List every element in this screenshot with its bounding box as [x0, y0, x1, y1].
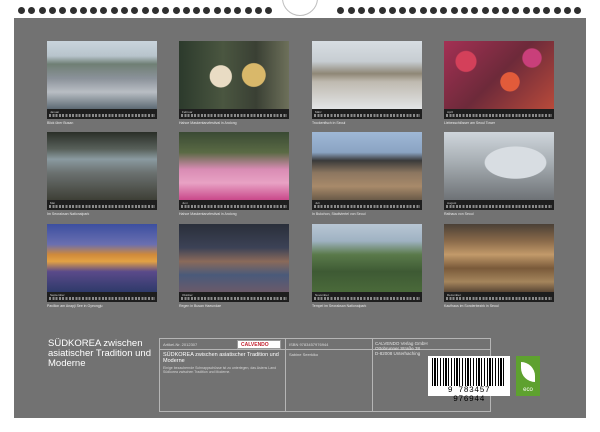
publisher-address: CALVENDO Verlag GmbH Ottobrunner Straße …	[375, 341, 428, 356]
photo-caption: Trockenfisch in Seoul	[312, 121, 346, 125]
month-tile[interactable]: August Rathaus von Seoul	[444, 132, 554, 216]
eco-badge: eco	[516, 356, 540, 396]
month-photo	[312, 41, 422, 109]
binding-hole	[337, 7, 345, 14]
month-photo	[179, 41, 289, 109]
photo-caption: Liebesschlösser am Seoul Tower	[444, 121, 496, 125]
binding-hole	[28, 7, 36, 14]
month-photo	[179, 132, 289, 200]
binding-hole	[574, 7, 582, 14]
calendar-title: SÜDKOREA zwischen asiatischer Tradition …	[48, 338, 151, 369]
binding-hole	[512, 7, 520, 14]
binding-hole	[100, 7, 108, 14]
article-number: Artikel-Nr. 2012307	[163, 342, 198, 347]
binding-hole	[471, 7, 479, 14]
binding-hole	[265, 7, 273, 14]
month-photo	[444, 132, 554, 200]
binding-hole	[131, 7, 139, 14]
month-tile[interactable]: Oktober Regen in Busan Haeundae	[179, 224, 289, 308]
binding-hole	[522, 7, 530, 14]
month-photo	[312, 132, 422, 200]
binding-hole	[18, 7, 25, 14]
month-tile[interactable]: November Tempel im Seoraksan Nationalpar…	[312, 224, 422, 308]
eco-label: eco	[523, 387, 533, 393]
binding-hole	[440, 7, 448, 14]
binding-hole	[460, 7, 468, 14]
month-tile[interactable]: Juni Hahoe Maskentanzfestival in Andong	[179, 132, 289, 216]
binding-hole	[234, 7, 242, 14]
binding-hole	[48, 7, 56, 14]
binding-hole	[244, 7, 252, 14]
month-tile[interactable]: März Trockenfisch in Seoul	[312, 41, 422, 125]
month-photo	[47, 224, 157, 292]
binding-hole	[141, 7, 149, 14]
binding-hole	[213, 7, 221, 14]
binding-hole	[347, 7, 355, 14]
binding-hole	[121, 7, 128, 14]
binding-hole	[543, 7, 551, 14]
product-description: Einige bezaubernde Schnappschüsse ist zu…	[163, 366, 277, 375]
photo-caption: Im Seoraksan Nationalpark	[47, 212, 90, 216]
binding-hole	[533, 7, 540, 14]
binding-hole	[182, 7, 190, 14]
photo-caption: Blick über Busan	[47, 121, 74, 125]
binding-hole	[38, 7, 46, 14]
month-tile[interactable]: Juli In Bukchon, Stadtviertel von Seoul	[312, 132, 422, 216]
month-photo	[179, 224, 289, 292]
binding-hole	[69, 7, 77, 14]
month-photo	[312, 224, 422, 292]
binding-hole	[409, 7, 417, 14]
author: Sabine Seerkiko	[289, 352, 319, 357]
month-tile[interactable]: April Liebesschlösser am Seoul Tower	[444, 41, 554, 125]
month-tile[interactable]: Februar Hahoe Maskentanzfestival in Ando…	[179, 41, 289, 125]
month-photo	[47, 132, 157, 200]
month-tile[interactable]: Dezember Kaufhaus im Sonderbezirk in Seo…	[444, 224, 554, 308]
photo-caption: Kaufhaus im Sonderbezirk in Seoul	[444, 304, 499, 308]
photo-caption: Hahoe Maskentanzfestival in Andong	[179, 121, 237, 125]
binding-hole	[399, 7, 407, 14]
binding-hole	[203, 7, 211, 14]
month-photo	[444, 41, 554, 109]
photo-caption: Regen in Busan Haeundae	[179, 304, 222, 308]
binding-hole	[430, 7, 437, 14]
binding-hole	[368, 7, 376, 14]
month-photo	[47, 41, 157, 109]
binding-hole	[491, 7, 499, 14]
photo-caption: In Bukchon, Stadtviertel von Seoul	[312, 212, 366, 216]
month-tile[interactable]: Januar Blick über Busan	[47, 41, 157, 125]
binding-hole	[553, 7, 561, 14]
binding-hole	[224, 7, 231, 14]
leaf-icon	[521, 362, 535, 382]
barcode: 9 783457 976944	[428, 356, 510, 404]
binding-hole	[151, 7, 159, 14]
binding-hole	[357, 7, 365, 14]
photo-caption: Hahoe Maskentanzfestival in Andong	[179, 212, 237, 216]
binding-hole	[388, 7, 396, 14]
binding-hole	[563, 7, 571, 14]
calvendo-logo: CALVENDO	[237, 340, 281, 349]
isbn: ISBN 9783457976944	[289, 342, 329, 347]
month-photo	[444, 224, 554, 292]
binding-hole	[79, 7, 87, 14]
month-tile[interactable]: Mai Im Seoraksan Nationalpark	[47, 132, 157, 216]
photo-caption: Tempel im Seoraksan Nationalpark	[312, 304, 367, 308]
binding-hole	[90, 7, 98, 14]
binding-hole	[481, 7, 489, 14]
binding-hole	[419, 7, 427, 14]
month-tile[interactable]: September Pavillon am Anapji See in Gyeo…	[47, 224, 157, 308]
binding-hole	[110, 7, 118, 14]
photo-caption: Pavillon am Anapji See in Gyeongju	[47, 304, 103, 308]
binding-hole	[172, 7, 180, 14]
binding-hole	[162, 7, 170, 14]
photo-caption: Rathaus von Seoul	[444, 212, 474, 216]
product-title: SÜDKOREA zwischen asiatischer Tradition …	[163, 352, 279, 364]
barcode-number: 9 783457 976944	[447, 386, 491, 404]
binding-hole	[502, 7, 510, 14]
binding-hole	[59, 7, 67, 14]
binding-hole	[450, 7, 458, 14]
binding-hole	[193, 7, 201, 14]
binding-hole	[378, 7, 386, 14]
binding-hole	[254, 7, 262, 14]
